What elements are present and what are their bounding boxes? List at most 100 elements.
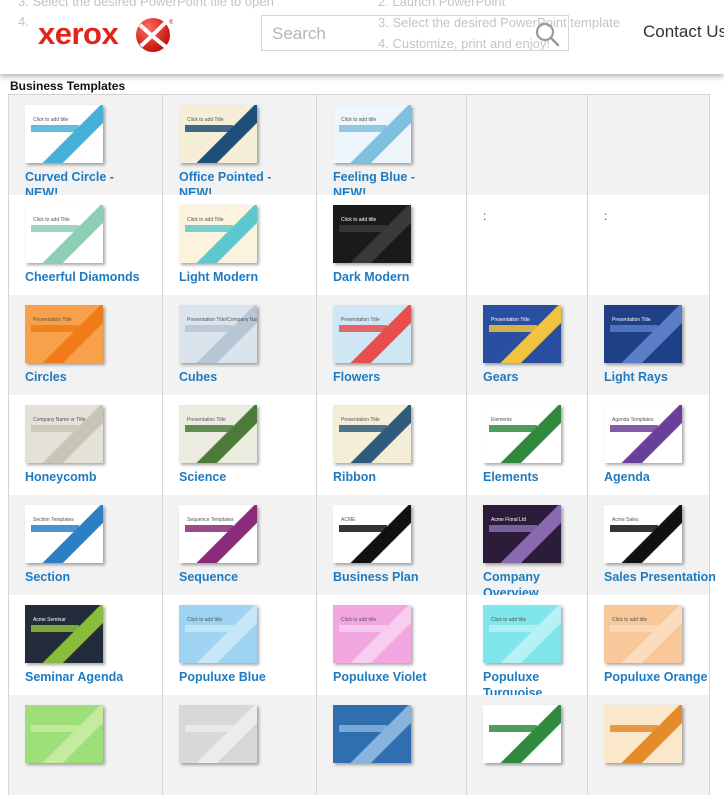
template-thumbnail[interactable]: Elements	[483, 405, 561, 463]
template-thumbnail[interactable]: Click to add title	[333, 105, 411, 163]
thumbnail-graphic	[179, 705, 257, 763]
template-link[interactable]: Cheerful Diamonds	[25, 269, 140, 285]
template-thumbnail[interactable]: Acme Floral Ltd	[483, 505, 561, 563]
template-thumbnail[interactable]: Presentation Title	[333, 405, 411, 463]
thumbnail-graphic	[25, 305, 103, 363]
thumbnail-title-bar	[31, 625, 79, 632]
template-link[interactable]: Science	[179, 469, 294, 485]
thumbnail-text: Presentation Title/Company Name	[187, 317, 257, 323]
template-thumbnail[interactable]: Acme Sales	[604, 505, 682, 563]
template-link[interactable]: Elements	[483, 469, 598, 485]
thumbnail-graphic	[604, 405, 682, 463]
template-thumbnail[interactable]: Click to add title	[604, 605, 682, 663]
template-thumbnail[interactable]: Click to add title	[333, 605, 411, 663]
thumbnail-graphic	[483, 705, 561, 763]
template-cell: Acme Sales Sales Presentation	[588, 495, 716, 595]
thumbnail-text: Click to add Title	[33, 217, 70, 223]
template-link[interactable]: Populuxe Orange	[604, 669, 719, 685]
template-thumbnail[interactable]: Click to add Title	[179, 105, 257, 163]
template-thumbnail[interactable]: Click to add Title	[25, 205, 103, 263]
thumbnail-title-bar	[610, 425, 658, 432]
template-link[interactable]: Circles	[25, 369, 140, 385]
template-thumbnail[interactable]: Click to add title	[333, 205, 411, 263]
thumbnail-title-bar	[339, 125, 387, 132]
template-thumbnail[interactable]: Click to add title	[179, 605, 257, 663]
template-cell: Presentation Title Circles	[9, 295, 163, 395]
thumbnail-graphic	[179, 505, 257, 563]
contact-us-link[interactable]: Contact Us	[643, 22, 724, 42]
template-link[interactable]: Cubes	[179, 369, 294, 385]
template-thumbnail[interactable]: Click to add title	[483, 605, 561, 663]
template-thumbnail[interactable]	[333, 705, 411, 763]
template-link[interactable]: Populuxe Blue	[179, 669, 294, 685]
template-link[interactable]: Sales Presentation	[604, 569, 719, 585]
template-thumbnail[interactable]: Presentation Title	[333, 305, 411, 363]
thumbnail-text: Presentation Title	[612, 317, 651, 323]
thumbnail-graphic	[483, 605, 561, 663]
search-input[interactable]	[262, 16, 534, 52]
template-thumbnail[interactable]: Presentation Title/Company Name	[179, 305, 257, 363]
template-link[interactable]: Populuxe Violet	[333, 669, 448, 685]
thumbnail-graphic	[483, 305, 561, 363]
template-thumbnail[interactable]: Section Templates	[25, 505, 103, 563]
site-header: 3. Select the desired PowerPoint file to…	[0, 0, 724, 74]
template-link[interactable]: Sequence	[179, 569, 294, 585]
template-thumbnail[interactable]	[604, 705, 682, 763]
template-thumbnail[interactable]	[25, 705, 103, 763]
template-thumbnail[interactable]: Presentation Title	[604, 305, 682, 363]
template-thumbnail[interactable]: Click to add Title	[179, 205, 257, 263]
template-cell: Click to add Title Light Modern	[163, 195, 317, 295]
template-thumbnail[interactable]: Presentation Title	[483, 305, 561, 363]
template-thumbnail[interactable]: Company Name or Title	[25, 405, 103, 463]
thumbnail-graphic	[25, 705, 103, 763]
template-thumbnail[interactable]: Acme Seminar	[25, 605, 103, 663]
template-thumbnail[interactable]: Agenda Templates	[604, 405, 682, 463]
template-link[interactable]: Light Rays	[604, 369, 719, 385]
template-cell: Acme Floral Ltd Company Overview	[467, 495, 588, 600]
thumbnail-title-bar	[31, 425, 79, 432]
template-link[interactable]: Business Plan	[333, 569, 448, 585]
thumbnail-title-bar	[489, 725, 537, 732]
template-thumbnail[interactable]: Click to add title	[25, 105, 103, 163]
template-thumbnail[interactable]: ACME	[333, 505, 411, 563]
template-cell: Click to add title Feeling Blue - NEW!	[317, 95, 467, 200]
thumbnail-title-bar	[339, 425, 387, 432]
xerox-sphere-icon: ®	[136, 18, 173, 52]
template-cell: Presentation Title Flowers	[317, 295, 467, 395]
thumbnail-graphic	[179, 105, 257, 163]
template-link[interactable]: Gears	[483, 369, 598, 385]
separator-text: :	[604, 209, 608, 223]
template-cell: Click to add Title Cheerful Diamonds	[9, 195, 163, 295]
thumbnail-title-bar	[339, 225, 387, 232]
template-cell: Presentation Title/Company Name Cubes	[163, 295, 317, 395]
template-link[interactable]: Agenda	[604, 469, 719, 485]
template-link[interactable]: Section	[25, 569, 140, 585]
template-thumbnail[interactable]	[483, 705, 561, 763]
template-cell: Click to add title Populuxe Orange	[588, 595, 709, 695]
template-link[interactable]: Flowers	[333, 369, 448, 385]
thumbnail-title-bar	[185, 225, 233, 232]
template-link[interactable]: Dark Modern	[333, 269, 448, 285]
template-cell: Presentation Title Science	[163, 395, 317, 495]
thumbnail-graphic	[179, 605, 257, 663]
thumbnail-title-bar	[185, 425, 233, 432]
template-link[interactable]: Ribbon	[333, 469, 448, 485]
thumbnail-title-bar	[610, 525, 658, 532]
template-link[interactable]: Seminar Agenda	[25, 669, 140, 685]
search-icon[interactable]	[534, 21, 560, 47]
xerox-logo[interactable]: xerox ®	[38, 14, 188, 54]
template-thumbnail[interactable]: Presentation Title	[179, 405, 257, 463]
template-thumbnail[interactable]: Presentation Title	[25, 305, 103, 363]
thumbnail-graphic	[604, 505, 682, 563]
template-link[interactable]: Light Modern	[179, 269, 294, 285]
thumbnail-text: Click to add title	[341, 217, 377, 223]
thumbnail-title-bar	[489, 425, 537, 432]
thumbnail-text: Click to add title	[612, 617, 648, 623]
template-thumbnail[interactable]: Sequence Templates	[179, 505, 257, 563]
thumbnail-text: Presentation Title	[341, 317, 380, 323]
template-thumbnail[interactable]	[179, 705, 257, 763]
template-cell: Sequence Templates Sequence	[163, 495, 317, 595]
thumbnail-text: Acme Seminar	[33, 617, 66, 623]
thumbnail-text: ACME	[341, 517, 356, 523]
template-link[interactable]: Honeycomb	[25, 469, 140, 485]
